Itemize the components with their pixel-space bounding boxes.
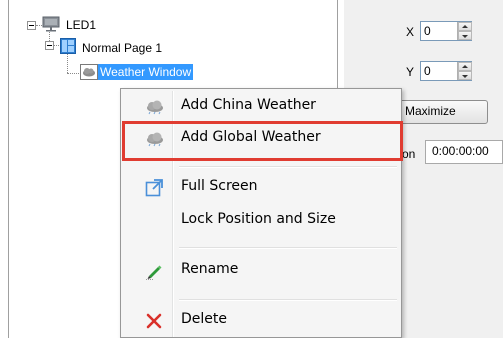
y-decrement-button[interactable] <box>458 71 472 80</box>
menu-separator <box>179 299 397 301</box>
menu-item-lock-position-size[interactable]: Lock Position and Size <box>123 207 399 235</box>
menu-item-label: Rename <box>181 261 239 277</box>
x-label: X <box>406 25 415 39</box>
x-value: 0 <box>424 24 431 38</box>
duration-value: 0:00:00:00 <box>432 144 489 158</box>
page-icon <box>60 38 76 54</box>
menu-item-label: Full Screen <box>181 178 258 194</box>
duration-field[interactable]: 0:00:00:00 <box>425 140 503 164</box>
tree-node-led1[interactable]: LED1 <box>66 17 96 33</box>
y-position-stepper[interactable]: 0 <box>420 61 472 81</box>
menu-item-full-screen[interactable]: Full Screen <box>123 174 399 202</box>
menu-separator <box>179 166 397 168</box>
y-increment-button[interactable] <box>458 62 472 71</box>
tree-connector <box>67 73 79 74</box>
y-spin-buttons <box>457 62 472 80</box>
x-decrement-button[interactable] <box>458 31 472 40</box>
x-increment-button[interactable] <box>458 22 472 31</box>
y-label: Y <box>406 65 415 79</box>
menu-item-label: Add China Weather <box>181 97 316 113</box>
led-screen-icon <box>42 16 60 32</box>
highlight-annotation-box <box>122 121 403 161</box>
tree-connector <box>54 45 59 46</box>
duration-label: on <box>402 147 416 161</box>
collapse-expander-led1[interactable] <box>27 21 36 30</box>
menu-item-add-china-weather[interactable]: Add China Weather <box>123 93 399 121</box>
maximize-button[interactable]: Maximize <box>398 100 488 124</box>
menu-item-rename[interactable]: Rename <box>123 257 399 285</box>
delete-x-icon <box>145 312 163 330</box>
cloud-icon <box>145 99 165 115</box>
x-spin-buttons <box>457 22 472 40</box>
weather-window-icon <box>80 64 98 80</box>
tree-connector <box>67 54 68 73</box>
menu-separator <box>179 247 397 249</box>
menu-item-delete[interactable]: Delete <box>123 307 399 335</box>
tree-connector <box>49 32 50 41</box>
pen-icon <box>145 262 163 280</box>
fullscreen-icon <box>145 179 163 197</box>
menu-item-label: Delete <box>181 311 227 327</box>
tree-node-normal-page[interactable]: Normal Page 1 <box>82 40 162 56</box>
tree-node-weather-window[interactable]: Weather Window <box>98 64 194 80</box>
menu-item-label: Lock Position and Size <box>181 211 336 227</box>
y-value: 0 <box>424 64 431 78</box>
x-position-stepper[interactable]: 0 <box>420 21 472 41</box>
collapse-expander-page[interactable] <box>45 41 54 50</box>
